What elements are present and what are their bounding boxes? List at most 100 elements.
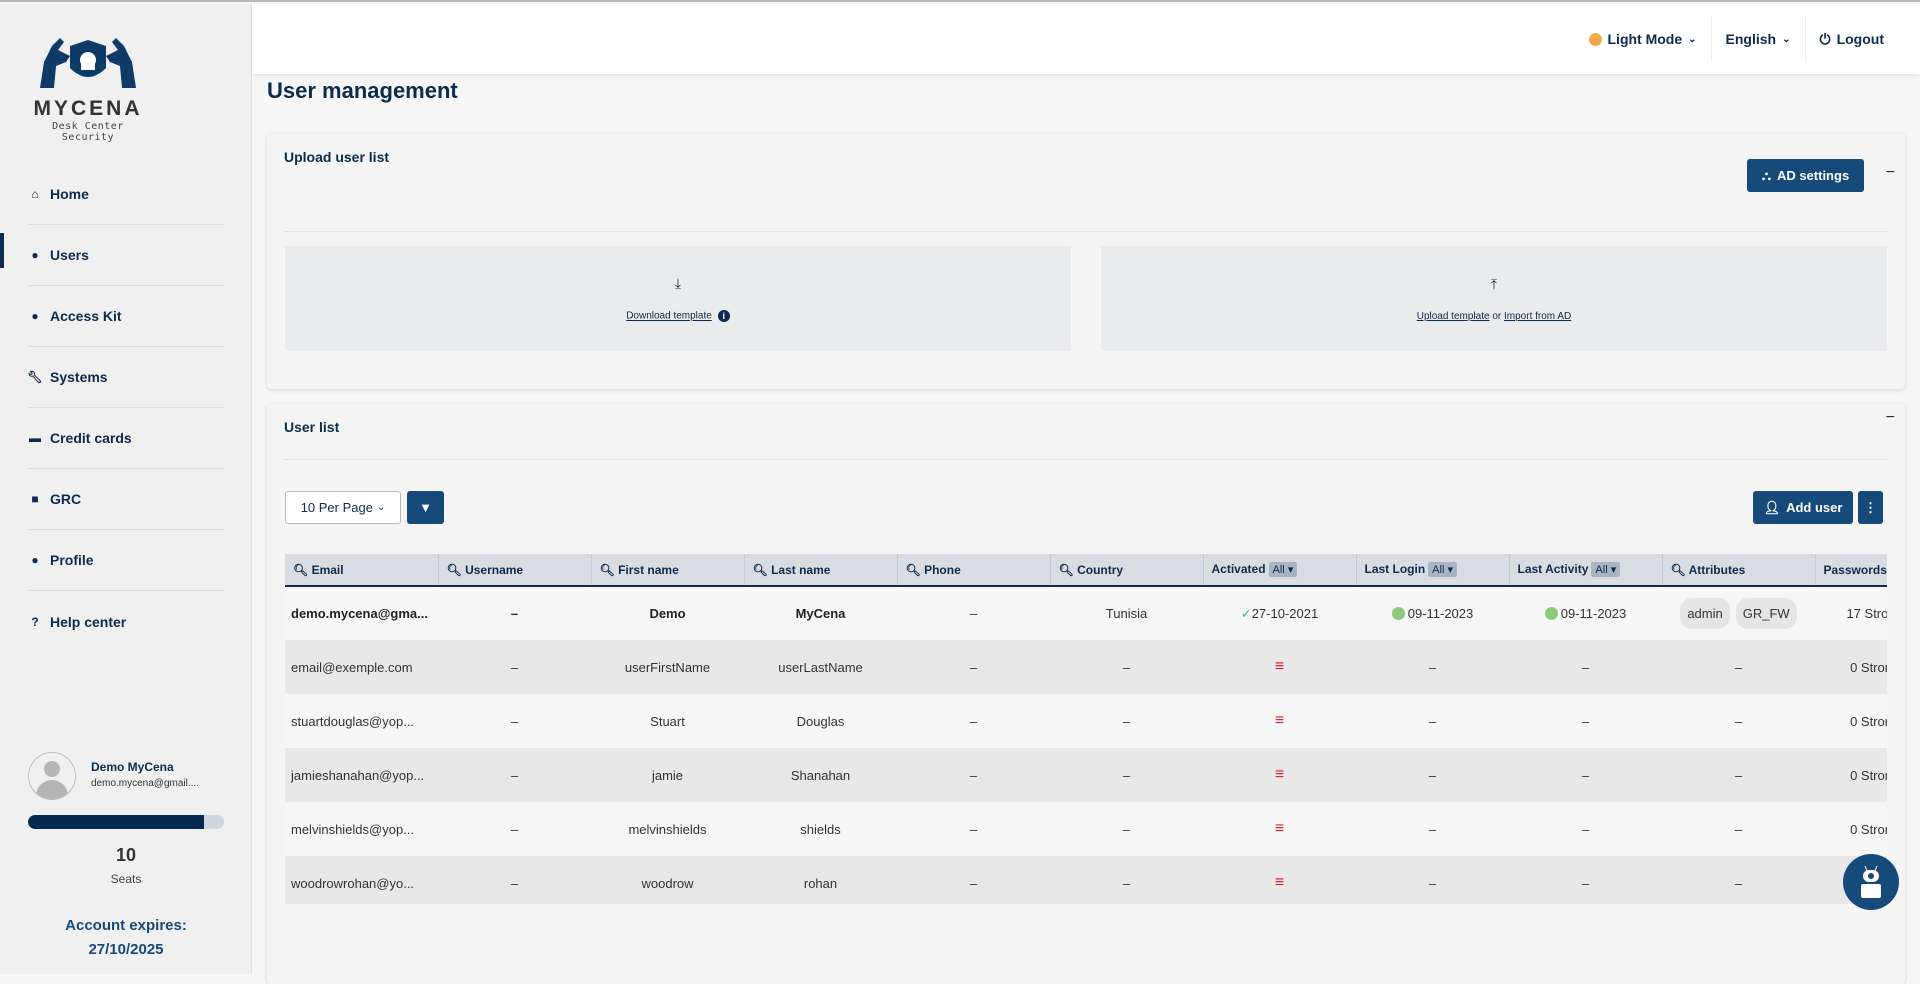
column-header-activated[interactable]: Activated All ▾ <box>1202 554 1356 587</box>
sidebar-item-users[interactable]: ● Users <box>28 225 224 286</box>
user-list-card: User list − 10 Per Page ⌄ ▼ 👤︎ Add user ⋮ … <box>267 404 1905 984</box>
collapse-user-list-button[interactable]: − <box>1886 409 1895 427</box>
column-header-last-name[interactable]: 🔍︎ Last name <box>743 554 897 587</box>
upload-template-link[interactable]: Upload template <box>1417 311 1490 322</box>
ad-settings-label: AD settings <box>1776 168 1850 183</box>
cell-last-name: userLastName <box>744 640 897 694</box>
brand-name: MYCENA <box>33 97 143 120</box>
theme-toggle[interactable]: Light Mode ⌄ <box>1575 16 1711 62</box>
cell-text: Stuart <box>650 713 685 729</box>
sidebar-item-help-center[interactable]: ? Help center <box>28 591 224 652</box>
column-header-last-activity[interactable]: Last Activity All ▾ <box>1508 554 1662 587</box>
sidebar-item-credit-cards[interactable]: ▬ Credit cards <box>28 408 224 469</box>
cell-activated: ≡ <box>1203 694 1356 748</box>
cell-email: melvinshields@yop... <box>285 802 438 856</box>
logout-button[interactable]: ⏻ Logout <box>1804 16 1899 62</box>
column-label: Phone <box>924 562 961 577</box>
cell-country: – <box>1050 748 1203 802</box>
column-header-email[interactable]: 🔍︎ Email <box>285 554 438 587</box>
avatar[interactable] <box>28 752 76 800</box>
download-template-link[interactable]: Download template <box>626 311 712 322</box>
cell-country: – <box>1050 694 1203 748</box>
cell-last-name: Douglas <box>744 694 897 748</box>
activated-filter-select[interactable]: All ▾ <box>1268 562 1298 577</box>
column-header-last-login[interactable]: Last Login All ▾ <box>1355 554 1509 587</box>
info-icon[interactable]: i <box>717 310 730 322</box>
cell-text: – <box>1734 659 1743 675</box>
upload-template-zone[interactable]: ⤒ Upload template or Import from AD <box>1101 246 1887 351</box>
cell-first-name: Demo <box>591 586 744 640</box>
cell-text: jamie <box>651 767 684 783</box>
question-circle-icon: ? <box>31 614 39 629</box>
cell-text: 0 Strong | 0 W <box>1850 821 1887 837</box>
column-label: Last Activity <box>1517 562 1589 576</box>
column-header-passwords[interactable]: Passwords in use <box>1814 554 1888 587</box>
column-header-first-name[interactable]: 🔍︎ First name <box>590 554 744 587</box>
sidebar-item-home[interactable]: ⌂ Home <box>28 164 224 225</box>
cell-attributes: admin GR_FW <box>1662 586 1815 640</box>
sitemap-icon: ⛬ <box>1761 167 1771 183</box>
seats-label: Seats <box>110 872 142 886</box>
chatbot-button[interactable] <box>1843 854 1899 910</box>
cell-username: – <box>438 802 591 856</box>
last-login-filter-select[interactable]: All ▾ <box>1428 562 1457 577</box>
column-header-username[interactable]: 🔍︎ Username <box>437 554 591 587</box>
cell-text: – <box>510 821 519 837</box>
cell-country: – <box>1050 856 1203 904</box>
cell-text: – <box>1734 875 1743 891</box>
last-activity-filter-select[interactable]: All ▾ <box>1591 562 1621 577</box>
column-label: Passwords in use <box>1823 562 1888 577</box>
cell-last-name: shields <box>744 802 897 856</box>
cell-username: – <box>438 694 591 748</box>
table-row[interactable]: demo.mycena@gma... – Demo MyCena – Tunisia ✓27… <box>285 586 1887 640</box>
not-activated-icon: ≡ <box>1274 658 1285 675</box>
column-header-phone[interactable]: 🔍︎ Phone <box>896 554 1050 587</box>
mycena-logo[interactable]: MYCENA Desk Center Security <box>26 32 150 143</box>
sidebar-item-grc[interactable]: ■ GRC <box>28 469 224 530</box>
sidebar-item-label: Users <box>50 247 89 263</box>
download-template-zone[interactable]: ⤓ Download template i <box>285 246 1071 351</box>
cell-email: demo.mycena@gma... <box>285 586 438 640</box>
cell-text: – <box>1122 659 1131 675</box>
sidebar-item-profile[interactable]: ● Profile <box>28 530 224 591</box>
table-row[interactable]: jamieshanahan@yop... – jamie Shanahan – – ≡ – – –… <box>285 748 1887 802</box>
table-row[interactable]: stuartdouglas@yop... – Stuart Douglas – – ≡ – – –… <box>285 694 1887 748</box>
cell-text: Shanahan <box>790 767 851 783</box>
logout-label: Logout <box>1836 31 1884 47</box>
cell-text: – <box>1428 659 1437 675</box>
robot-icon <box>1861 865 1881 898</box>
cell-text: – <box>510 767 519 783</box>
attribute-chip[interactable]: admin <box>1680 598 1730 629</box>
page-title: User management <box>267 78 458 103</box>
column-label: First name <box>618 562 679 577</box>
table-row[interactable]: woodrowrohan@yo...–woodrowrohan––≡–––0 S… <box>285 856 1887 904</box>
cell-attributes: – <box>1662 748 1815 802</box>
brand-tagline: Desk Center Security <box>52 121 124 143</box>
cell-text: – <box>969 606 978 621</box>
attribute-chip[interactable]: GR_FW <box>1735 598 1797 629</box>
cell-first-name: jamie <box>591 748 744 802</box>
sidebar-item-label: GRC <box>50 491 82 507</box>
cell-activated: ✓27-10-2021 <box>1203 586 1356 640</box>
table-row[interactable]: melvinshields@yop... – melvinshields shield… <box>285 802 1887 856</box>
cell-text: – <box>1428 713 1437 729</box>
cell-attributes: – <box>1662 694 1815 748</box>
search-icon: 🔍︎ <box>599 562 619 577</box>
or-text: or <box>1492 310 1502 322</box>
active-indicator <box>0 233 4 268</box>
sidebar-item-access-kit[interactable]: ● Access Kit <box>28 286 224 347</box>
column-header-country[interactable]: 🔍︎ Country <box>1049 554 1203 587</box>
filter-all-label: All <box>1432 564 1445 576</box>
sidebar-item-systems[interactable]: 🔧︎ Systems <box>27 347 224 408</box>
language-select[interactable]: English ⌄ <box>1710 16 1805 62</box>
column-header-attributes[interactable]: 🔍︎ Attributes <box>1661 554 1815 587</box>
table-row[interactable]: email@exemple.com – userFirstName userLastN… <box>285 640 1887 694</box>
ad-settings-button[interactable]: ⛬ AD settings <box>1747 159 1864 192</box>
collapse-upload-button[interactable]: − <box>1886 164 1895 182</box>
import-from-ad-link[interactable]: Import from AD <box>1504 311 1571 322</box>
cell-text: Douglas <box>796 713 845 729</box>
column-label: Email <box>311 562 344 577</box>
sidebar-item-label: Profile <box>50 552 94 568</box>
cell-last-login: – <box>1356 856 1509 904</box>
language-label: English <box>1725 31 1777 47</box>
